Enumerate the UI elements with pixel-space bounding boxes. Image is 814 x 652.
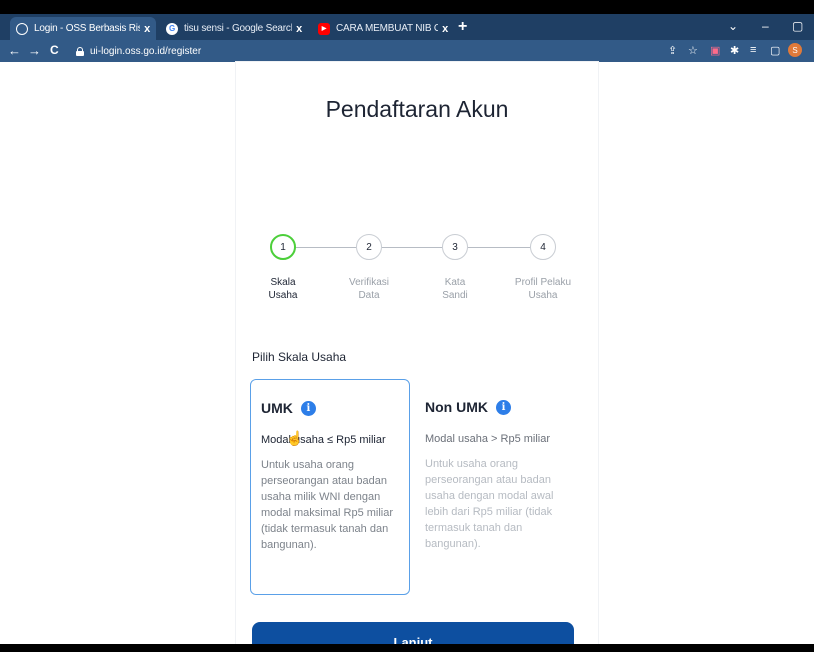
back-arrow-icon[interactable]: ← [8,43,21,58]
forward-arrow-icon[interactable]: → [28,43,41,58]
extension-puzzle-icon[interactable]: ✱ [730,44,739,57]
bookmark-star-icon[interactable]: ☆ [688,44,698,57]
stepper-connector [382,247,442,248]
step-4-label: Profil Pelaku Usaha [514,277,572,301]
step-1-indicator: 1 [270,234,296,260]
hand-cursor-icon: ☝ [286,430,304,446]
close-tab-icon[interactable]: x [442,23,448,35]
tab-youtube[interactable]: ▶ CARA MEMBUAT NIB ONLINE DI x [312,17,454,40]
side-panel-icon[interactable]: ▢ [770,44,780,57]
option-non-umk-card[interactable]: Non UMK i Modal usaha > Rp5 miliar Untuk… [415,379,575,595]
info-icon[interactable]: i [496,399,511,415]
address-bar[interactable]: ui-login.oss.go.id/register [76,43,656,59]
lanjut-button[interactable]: Lanjut [252,622,574,644]
option-subtitle: Modal usaha ≤ Rp5 miliar [261,434,386,446]
google-favicon-icon: G [166,22,178,35]
page-title: Pendaftaran Akun [325,96,509,122]
profile-avatar[interactable]: S [788,43,802,57]
close-tab-icon[interactable]: x [296,23,302,35]
tab-oss-login[interactable]: Login - OSS Berbasis Risiko x [10,17,156,40]
tab-google-search[interactable]: G tisu sensi - Google Search x [160,17,308,40]
tab-title: CARA MEMBUAT NIB ONLINE DI [336,23,439,34]
step-2-indicator: 2 [356,234,382,260]
browser-window: Login - OSS Berbasis Risiko x G tisu sen… [0,14,814,644]
new-tab-button[interactable]: + [458,18,467,36]
url-text: ui-login.oss.go.id/register [90,45,202,57]
step-4-indicator: 4 [530,234,556,260]
extension-shield-icon[interactable]: ▣ [710,44,720,57]
option-umk-card[interactable]: UMK i Modal usaha ≤ Rp5 miliar Untuk usa… [250,379,410,595]
step-3-label: Kata Sandi [442,277,468,301]
tab-strip: Login - OSS Berbasis Risiko x G tisu sen… [0,14,814,40]
tab-search-icon[interactable]: ⌄ [728,19,738,33]
tab-title: Login - OSS Berbasis Risiko [34,23,140,34]
option-description: Untuk usaha orang perseorangan atau bada… [261,459,394,551]
option-title: UMK [261,400,293,416]
minimize-button[interactable]: – [762,19,769,33]
youtube-favicon-icon: ▶ [318,22,330,35]
stepper-connector [468,247,530,248]
option-title: Non UMK [425,399,488,415]
step-2-label: Verifikasi Data [348,277,389,301]
section-label: Pilih Skala Usaha [252,350,347,364]
info-icon[interactable]: i [300,400,316,416]
reload-icon[interactable]: C [50,43,59,57]
step-3-indicator: 3 [442,234,468,260]
tab-title: tisu sensi - Google Search [184,23,293,34]
maximize-button[interactable]: ▢ [792,19,803,33]
stepper-connector [296,247,356,248]
reading-list-icon[interactable]: ≡ [750,44,756,56]
option-subtitle: Modal usaha > Rp5 miliar [425,433,551,445]
address-toolbar: ← → C ui-login.oss.go.id/register ⇪ ☆ ▣ … [0,40,814,62]
close-tab-icon[interactable]: x [144,23,150,35]
option-description: Untuk usaha orang perseorangan atau bada… [425,458,554,550]
step-1-label: Skala Usaha [268,277,298,301]
lock-icon [76,46,84,56]
oss-favicon-icon [16,22,28,35]
share-icon[interactable]: ⇪ [668,44,677,57]
